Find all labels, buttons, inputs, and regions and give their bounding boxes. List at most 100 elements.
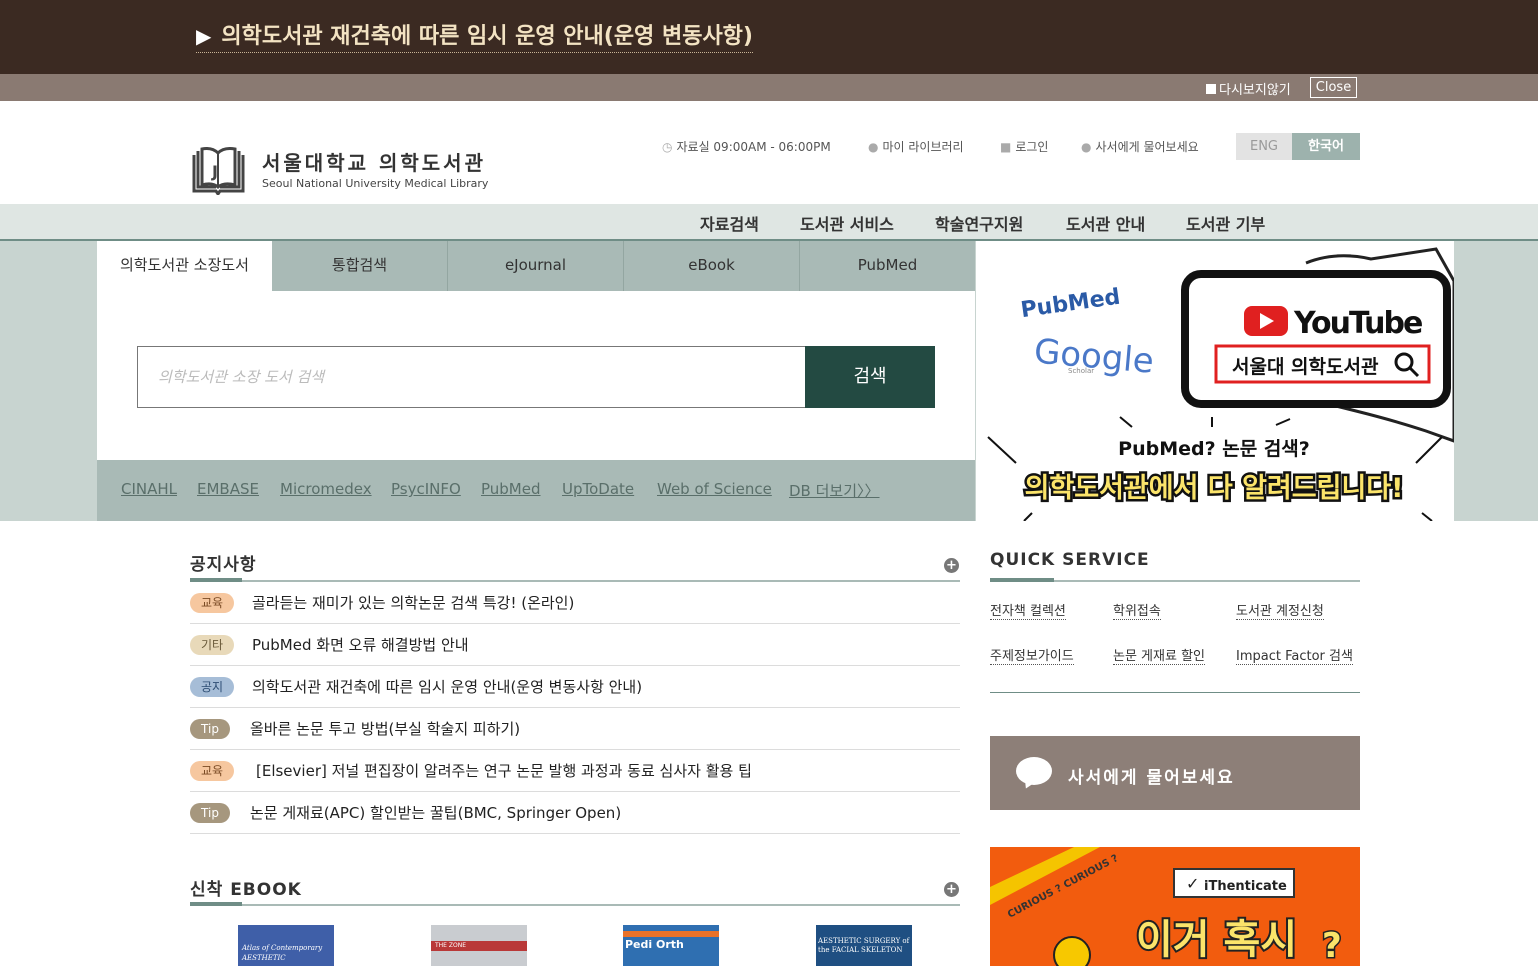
notice-item[interactable]: 기타 PubMed 화면 오류 해결방법 안내 (190, 624, 960, 666)
ithenticate-banner[interactable]: CURIOUS ? CURIOUS ? iThenticate ✓ 이거 혹시 … (990, 847, 1360, 966)
db-link-cinahl[interactable]: CINAHL (121, 480, 177, 498)
ebook-cover[interactable]: Atlas of Contemporary AESTHETIC (238, 925, 334, 966)
db-link-more[interactable]: DB 더보기〉〉 (789, 480, 880, 501)
clock-icon: ◷ (662, 140, 673, 154)
checkbox-icon (1206, 84, 1216, 94)
qs-impact-factor[interactable]: Impact Factor 검색 (1236, 645, 1353, 665)
book-logo-icon: J (192, 147, 245, 195)
nav-about[interactable]: 도서관 안내 (1066, 211, 1145, 235)
ithenticate-logo: iThenticate (1204, 879, 1287, 894)
ask-librarian-link[interactable]: ● 사서에게 물어보세요 (1081, 138, 1199, 155)
tab-collection[interactable]: 의학도서관 소장도서 (97, 241, 272, 291)
db-link-webofscience[interactable]: Web of Science (657, 480, 772, 498)
nav-donate[interactable]: 도서관 기부 (1186, 211, 1265, 235)
db-links: CINAHL EMBASE Micromedex PsycINFO PubMed… (97, 460, 975, 521)
ebook-cover-text: Atlas of Contemporary AESTHETIC (242, 944, 323, 962)
db-link-psycinfo[interactable]: PsycINFO (391, 480, 461, 498)
my-library-label: 마이 라이브러리 (882, 140, 964, 154)
close-button[interactable]: Close (1310, 77, 1357, 98)
tab-ejournal[interactable]: eJournal (448, 241, 624, 291)
user-icon: ● (868, 140, 879, 154)
category-badge: 교육 (190, 593, 234, 613)
banner-question: PubMed? 논문 검색? (1118, 438, 1310, 460)
search-button[interactable]: 검색 (805, 346, 935, 408)
notice-item[interactable]: 교육 골라듣는 재미가 있는 의학논문 검색 특강! (온라인) (190, 582, 960, 624)
notice-item-text: PubMed 화면 오류 해결방법 안내 (252, 636, 469, 654)
lock-icon: ■ (1000, 140, 1012, 154)
notice-item-text: [Elsevier] 저널 편집장이 알려주는 연구 논문 발행 과정과 동료 … (256, 762, 752, 780)
notice-banner-text: 의학도서관 재건축에 따른 임시 운영 안내(운영 변동사항) (221, 24, 753, 49)
login-link[interactable]: ■ 로그인 (1000, 138, 1048, 155)
search-box: 검색 (97, 291, 975, 460)
category-badge: Tip (190, 803, 230, 823)
logo-english: Seoul National University Medical Librar… (262, 177, 489, 190)
question-mark-icon: ? (1322, 926, 1342, 966)
db-link-pubmed[interactable]: PubMed (481, 480, 541, 498)
notice-item[interactable]: Tip 논문 게재료(APC) 할인받는 꿀팁(BMC, Springer Op… (190, 792, 960, 834)
login-label: 로그인 (1015, 140, 1049, 154)
youtube-logo-text: YouTube (1293, 306, 1422, 341)
tab-pubmed[interactable]: PubMed (800, 241, 975, 291)
ask-librarian-banner[interactable]: 사서에게 물어보세요 (990, 736, 1360, 810)
hours-text: 자료실 09:00AM - 06:00PM (676, 140, 831, 154)
check-icon: ✓ (1186, 874, 1199, 893)
qs-degree-access[interactable]: 학위접속 (1113, 600, 1161, 620)
category-badge: Tip (190, 719, 230, 739)
category-badge: 기타 (190, 635, 234, 655)
header: J 서울대학교 의학도서관 Seoul National University … (0, 101, 1538, 204)
qs-apc-discount[interactable]: 논문 게재료 할인 (1113, 645, 1205, 665)
notice-banner-link[interactable]: ▶ 의학도서관 재건축에 따른 임시 운영 안내(운영 변동사항) (196, 18, 753, 53)
ebook-cover[interactable]: AESTHETIC SURGERY of the FACIAL SKELETON (816, 925, 912, 966)
ithenticate-illustration: CURIOUS ? CURIOUS ? iThenticate ✓ 이거 혹시 … (990, 847, 1360, 966)
nav-services[interactable]: 도서관 서비스 (800, 211, 894, 235)
ebook-cover-text: THE ZONE (431, 941, 527, 951)
quick-service-divider (990, 578, 1360, 582)
notice-item-text: 논문 게재료(APC) 할인받는 꿀팁(BMC, Springer Open) (250, 804, 622, 822)
library-hours: ◷ 자료실 09:00AM - 06:00PM (662, 138, 831, 155)
nav-research[interactable]: 학술연구지원 (935, 211, 1023, 235)
lang-ko-button[interactable]: 한국어 (1292, 133, 1360, 160)
lang-eng-button[interactable]: ENG (1236, 133, 1292, 160)
tab-integrated[interactable]: 통합검색 (272, 241, 448, 291)
promo-banner[interactable]: YouTube 서울대 의학도서관 PubMed Google Scholar … (976, 241, 1454, 521)
ask-librarian-banner-text: 사서에게 물어보세요 (1068, 768, 1235, 788)
ebook-title: 신착 EBOOK (190, 880, 302, 900)
ask-librarian-label: 사서에게 물어보세요 (1095, 140, 1199, 154)
banner-search-text: 서울대 의학도서관 (1232, 356, 1379, 378)
db-link-embase[interactable]: EMBASE (197, 480, 259, 498)
notice-item[interactable]: 교육 [Elsevier] 저널 편집장이 알려주는 연구 논문 발행 과정과 … (190, 750, 960, 792)
qs-subject-guide[interactable]: 주제정보가이드 (990, 645, 1074, 665)
notice-item-text: 골라듣는 재미가 있는 의학논문 검색 특강! (온라인) (252, 594, 575, 612)
notice-item[interactable]: 공지 의학도서관 재건축에 따른 임시 운영 안내(운영 변동사항 안내) (190, 666, 960, 708)
nav-search[interactable]: 자료검색 (700, 211, 759, 235)
quick-service-bottom-line (990, 692, 1360, 693)
speech-bubble-icon (1016, 757, 1052, 785)
notice-more-icon[interactable]: + (944, 558, 959, 573)
dont-show-checkbox[interactable]: 다시보지않기 (1206, 79, 1291, 98)
ebook-divider (190, 902, 960, 906)
category-badge: 교육 (190, 761, 234, 781)
notice-banner: ▶ 의학도서관 재건축에 따른 임시 운영 안내(운영 변동사항) (0, 0, 1538, 74)
quick-service-title: QUICK SERVICE (990, 550, 1150, 570)
dont-show-label: 다시보지않기 (1219, 83, 1291, 98)
main-navigation: 자료검색 도서관 서비스 학술연구지원 도서관 안내 도서관 기부 (0, 204, 1538, 241)
ithenticate-headline: 이거 혹시 (1136, 917, 1297, 963)
ebook-cover-text: AESTHETIC SURGERY of the FACIAL SKELETON (818, 937, 910, 954)
ebook-more-icon[interactable]: + (944, 882, 959, 897)
notice-item-text: 올바른 논문 투고 방법(부실 학술지 피하기) (250, 720, 521, 738)
qs-ebook-collection[interactable]: 전자책 컬렉션 (990, 600, 1066, 620)
search-input[interactable] (137, 346, 806, 408)
banner-headline: 의학도서관에서 다 알려드립니다! (1025, 473, 1404, 504)
notice-item[interactable]: Tip 올바른 논문 투고 방법(부실 학술지 피하기) (190, 708, 960, 750)
ebook-cover[interactable]: Pedi Orth (623, 925, 719, 966)
db-link-micromedex[interactable]: Micromedex (280, 480, 372, 498)
notice-control-bar: 다시보지않기 Close (0, 74, 1538, 101)
notice-title: 공지사항 (190, 555, 257, 575)
ebook-cover[interactable]: THE ZONE (431, 925, 527, 966)
my-library-link[interactable]: ● 마이 라이브러리 (868, 138, 964, 155)
qs-account-request[interactable]: 도서관 계정신청 (1236, 600, 1324, 620)
tab-ebook[interactable]: eBook (624, 241, 800, 291)
notice-item-text: 의학도서관 재건축에 따른 임시 운영 안내(운영 변동사항 안내) (252, 678, 643, 696)
db-link-uptodate[interactable]: UpToDate (562, 480, 634, 498)
svg-text:J: J (211, 162, 218, 181)
